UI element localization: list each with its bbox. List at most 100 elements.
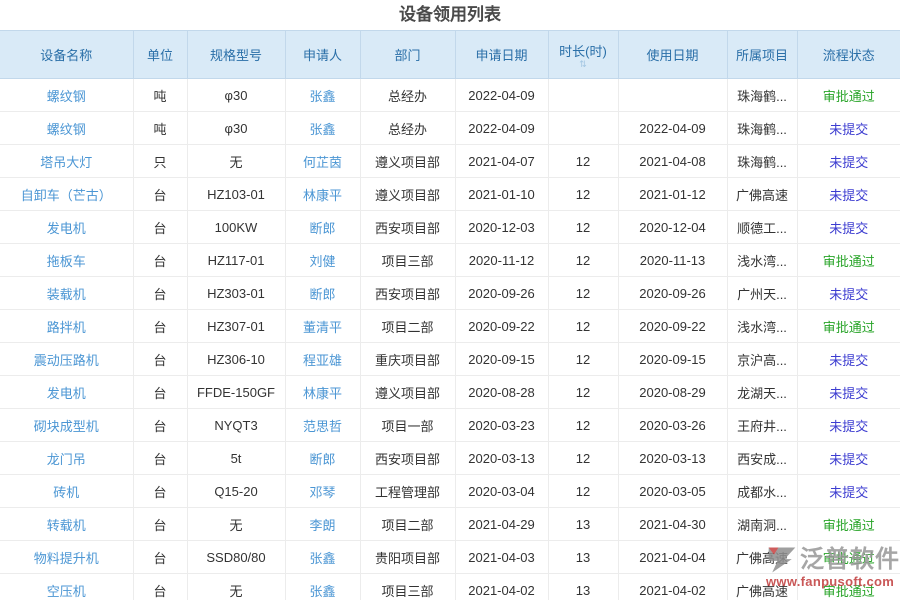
cell-apply-date: 2020-03-23 (455, 409, 548, 442)
cell-use-date: 2021-04-08 (618, 145, 727, 178)
cell-project: 成都水... (727, 475, 797, 508)
cell-device[interactable]: 砌块成型机 (0, 409, 133, 442)
cell-status: 未提交 (797, 211, 900, 244)
column-header-9[interactable]: 所属项目 (727, 31, 797, 79)
column-header-label: 申请日期 (456, 45, 548, 64)
cell-apply-date: 2022-04-09 (455, 79, 548, 112)
cell-device[interactable]: 螺纹钢 (0, 79, 133, 112)
cell-apply-date: 2022-04-09 (455, 112, 548, 145)
column-header-label: 使用日期 (619, 45, 727, 64)
cell-unit: 台 (133, 343, 187, 376)
cell-dept: 西安项目部 (360, 277, 455, 310)
cell-applicant: 邓琴 (285, 475, 360, 508)
cell-duration: 12 (548, 343, 618, 376)
cell-device[interactable]: 龙门吊 (0, 442, 133, 475)
cell-unit: 台 (133, 244, 187, 277)
cell-device[interactable]: 物料提升机 (0, 541, 133, 574)
cell-applicant: 张鑫 (285, 79, 360, 112)
column-header-label: 流程状态 (798, 45, 900, 64)
equipment-requisition-page: 设备领用列表 设备名称单位规格型号申请人部门申请日期时长(时)⇅使用日期所属项目… (0, 0, 900, 600)
cell-applicant: 断郎 (285, 211, 360, 244)
column-header-1[interactable]: 设备名称 (0, 31, 133, 79)
cell-device[interactable]: 装载机 (0, 277, 133, 310)
cell-spec: FFDE-150GF (187, 376, 285, 409)
cell-applicant: 程亚雄 (285, 343, 360, 376)
cell-dept: 项目二部 (360, 310, 455, 343)
table-row: 龙门吊台5t断郎西安项目部2020-03-13122020-03-13西安成..… (0, 442, 900, 475)
cell-use-date: 2021-04-02 (618, 574, 727, 600)
column-header-4[interactable]: 申请人 (285, 31, 360, 79)
column-header-label: 设备名称 (0, 45, 133, 64)
cell-spec: φ30 (187, 112, 285, 145)
cell-device[interactable]: 震动压路机 (0, 343, 133, 376)
cell-duration: 12 (548, 475, 618, 508)
cell-apply-date: 2020-09-22 (455, 310, 548, 343)
cell-spec: HZ306-10 (187, 343, 285, 376)
table-row: 发电机台100KW断郎西安项目部2020-12-03122020-12-04顺德… (0, 211, 900, 244)
table-row: 塔吊大灯只无何芷茵遵义项目部2021-04-07122021-04-08珠海鹤.… (0, 145, 900, 178)
cell-status: 审批通过 (797, 574, 900, 600)
cell-project: 珠海鹤... (727, 79, 797, 112)
cell-unit: 吨 (133, 79, 187, 112)
cell-dept: 项目三部 (360, 574, 455, 600)
sort-icon[interactable]: ⇅ (549, 60, 618, 68)
cell-dept: 项目二部 (360, 508, 455, 541)
cell-project: 京沪高... (727, 343, 797, 376)
cell-dept: 西安项目部 (360, 211, 455, 244)
cell-status: 审批通过 (797, 541, 900, 574)
column-header-label: 所属项目 (728, 45, 797, 64)
cell-dept: 工程管理部 (360, 475, 455, 508)
column-header-label: 申请人 (286, 45, 360, 64)
cell-spec: NYQT3 (187, 409, 285, 442)
cell-apply-date: 2021-04-07 (455, 145, 548, 178)
table-row: 物料提升机台SSD80/80张鑫贵阳项目部2021-04-03132021-04… (0, 541, 900, 574)
cell-use-date: 2020-08-29 (618, 376, 727, 409)
cell-dept: 遵义项目部 (360, 376, 455, 409)
cell-device[interactable]: 砖机 (0, 475, 133, 508)
cell-device[interactable]: 拖板车 (0, 244, 133, 277)
cell-device[interactable]: 空压机 (0, 574, 133, 600)
cell-duration (548, 79, 618, 112)
cell-applicant: 林康平 (285, 178, 360, 211)
column-header-8[interactable]: 使用日期 (618, 31, 727, 79)
cell-dept: 贵阳项目部 (360, 541, 455, 574)
cell-use-date: 2020-03-13 (618, 442, 727, 475)
cell-dept: 遵义项目部 (360, 145, 455, 178)
cell-duration: 12 (548, 442, 618, 475)
column-header-6[interactable]: 申请日期 (455, 31, 548, 79)
cell-device[interactable]: 发电机 (0, 211, 133, 244)
cell-applicant: 张鑫 (285, 112, 360, 145)
page-title: 设备领用列表 (0, 0, 900, 30)
column-header-7[interactable]: 时长(时)⇅ (548, 31, 618, 79)
cell-device[interactable]: 路拌机 (0, 310, 133, 343)
cell-unit: 台 (133, 310, 187, 343)
cell-device[interactable]: 塔吊大灯 (0, 145, 133, 178)
cell-device[interactable]: 螺纹钢 (0, 112, 133, 145)
column-header-10[interactable]: 流程状态 (797, 31, 900, 79)
column-header-3[interactable]: 规格型号 (187, 31, 285, 79)
cell-applicant: 张鑫 (285, 541, 360, 574)
column-header-label: 规格型号 (188, 45, 285, 64)
cell-use-date: 2020-12-04 (618, 211, 727, 244)
column-header-label: 部门 (361, 45, 455, 64)
cell-status: 未提交 (797, 409, 900, 442)
cell-project: 龙湖天... (727, 376, 797, 409)
cell-device[interactable]: 发电机 (0, 376, 133, 409)
cell-device[interactable]: 转载机 (0, 508, 133, 541)
cell-project: 广佛高速 (727, 574, 797, 600)
cell-unit: 台 (133, 409, 187, 442)
cell-spec: 5t (187, 442, 285, 475)
cell-dept: 遵义项目部 (360, 178, 455, 211)
cell-applicant: 林康平 (285, 376, 360, 409)
cell-duration: 12 (548, 244, 618, 277)
cell-duration: 12 (548, 145, 618, 178)
cell-project: 浅水湾... (727, 244, 797, 277)
cell-unit: 台 (133, 277, 187, 310)
cell-duration (548, 112, 618, 145)
cell-status: 审批通过 (797, 79, 900, 112)
column-header-5[interactable]: 部门 (360, 31, 455, 79)
cell-device[interactable]: 自卸车（芒古） (0, 178, 133, 211)
column-header-2[interactable]: 单位 (133, 31, 187, 79)
cell-status: 审批通过 (797, 310, 900, 343)
table-row: 砖机台Q15-20邓琴工程管理部2020-03-04122020-03-05成都… (0, 475, 900, 508)
